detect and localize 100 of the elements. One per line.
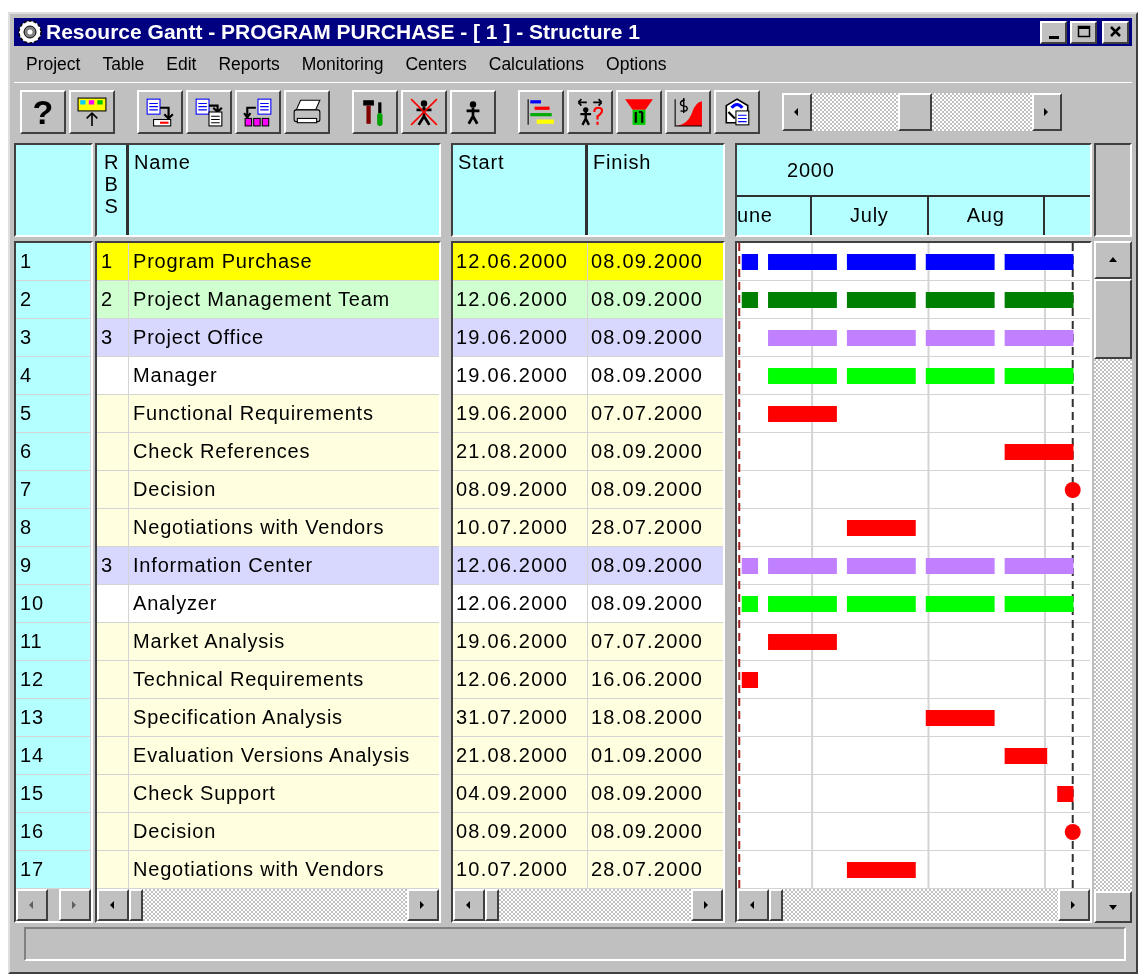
scrollbar-thumb[interactable]: [1094, 279, 1132, 359]
toolbar-button[interactable]: [186, 90, 232, 134]
table-row[interactable]: 10.07.2000 28.07.2000: [453, 509, 723, 547]
table-row[interactable]: 08.09.2000 08.09.2000: [453, 471, 723, 509]
scrollbar-thumb[interactable]: [485, 889, 499, 921]
scrollbar-thumb[interactable]: [898, 93, 932, 131]
column-header[interactable]: Name: [129, 145, 439, 235]
menu-item[interactable]: Reports: [208, 53, 292, 75]
toolbar-button[interactable]: [714, 90, 760, 134]
table-row[interactable]: Manager: [97, 357, 439, 395]
table-row[interactable]: 3 Information Center: [97, 547, 439, 585]
toolbar-button[interactable]: [352, 90, 398, 134]
gantt-bar[interactable]: [741, 672, 759, 688]
toolbar-button[interactable]: [235, 90, 281, 134]
close-icon: [1108, 25, 1123, 39]
row-number: 1: [16, 243, 91, 280]
scroll-right-button[interactable]: [1058, 889, 1090, 921]
table-row[interactable]: 21.08.2000 08.09.2000: [453, 433, 723, 471]
scroll-left-button[interactable]: [97, 889, 129, 921]
table-cell: 1: [97, 243, 129, 280]
toolbar-button[interactable]: [69, 90, 115, 134]
gantt-bar[interactable]: [741, 292, 1074, 308]
toolbar-button[interactable]: [665, 90, 711, 134]
table-row[interactable]: 10.07.2000 28.07.2000: [453, 851, 723, 889]
menu-item[interactable]: Centers: [395, 53, 479, 75]
column-header[interactable]: RBS: [97, 145, 129, 235]
scroll-right-button[interactable]: [59, 889, 91, 921]
figure-question-icon: [575, 97, 605, 127]
scroll-right-button[interactable]: [407, 889, 439, 921]
table-row[interactable]: Evaluation Versions Analysis: [97, 737, 439, 775]
table-row[interactable]: 19.06.2000 07.07.2000: [453, 395, 723, 433]
toolbar-button[interactable]: [567, 90, 613, 134]
table-row[interactable]: 08.09.2000 08.09.2000: [453, 813, 723, 851]
scroll-right-button[interactable]: [1032, 93, 1062, 131]
toolbar-button[interactable]: ?: [20, 90, 66, 134]
table-row[interactable]: Functional Requirements: [97, 395, 439, 433]
menu-item[interactable]: Monitoring: [291, 53, 396, 75]
milestone-marker[interactable]: [1064, 482, 1081, 498]
table-row[interactable]: 19.06.2000 07.07.2000: [453, 623, 723, 661]
milestone-marker[interactable]: [1064, 824, 1081, 840]
table-cell-text: 08.09.2000: [590, 781, 705, 806]
table-row[interactable]: Negotiations with Vendors: [97, 851, 439, 889]
horizontal-scrollbar[interactable]: [16, 889, 91, 921]
horizontal-scrollbar[interactable]: [737, 889, 1090, 921]
toolbar-button[interactable]: [616, 90, 662, 134]
menu-item[interactable]: Project: [16, 53, 93, 75]
table-row[interactable]: 19.06.2000 08.09.2000: [453, 319, 723, 357]
toolbar-button[interactable]: [401, 90, 447, 134]
column-header[interactable]: Start: [453, 145, 588, 235]
table-row[interactable]: 1 Program Purchase: [97, 243, 439, 281]
table-row[interactable]: 12.06.2000 08.09.2000: [453, 547, 723, 585]
menu-item[interactable]: Edit: [156, 53, 209, 75]
scroll-down-button[interactable]: [1094, 891, 1132, 923]
table-row[interactable]: 12.06.2000 16.06.2000: [453, 661, 723, 699]
toolbar-button[interactable]: [137, 90, 183, 134]
table-row[interactable]: Analyzer: [97, 585, 439, 623]
horizontal-scrollbar[interactable]: [453, 889, 723, 921]
table-row[interactable]: Specification Analysis: [97, 699, 439, 737]
scrollbar-track[interactable]: [48, 889, 59, 921]
table-row[interactable]: Market Analysis: [97, 623, 439, 661]
vertical-scrollbar[interactable]: [1094, 241, 1132, 923]
maximize-button[interactable]: [1070, 20, 1097, 44]
table-row[interactable]: 3 Project Office: [97, 319, 439, 357]
table-row[interactable]: 12.06.2000 08.09.2000: [453, 243, 723, 281]
table-cell: 12.06.2000: [453, 547, 588, 584]
scroll-up-button[interactable]: [1094, 241, 1132, 279]
scroll-right-button[interactable]: [691, 889, 723, 921]
scrollbar-thumb[interactable]: [129, 889, 143, 921]
scroll-left-button[interactable]: [453, 889, 485, 921]
table-row[interactable]: Negotiations with Vendors: [97, 509, 439, 547]
table-row[interactable]: 19.06.2000 08.09.2000: [453, 357, 723, 395]
table-row[interactable]: Decision: [97, 813, 439, 851]
table-row[interactable]: Check Support: [97, 775, 439, 813]
table-cell-text: 08.09.2000: [590, 439, 705, 464]
table-row[interactable]: Technical Requirements: [97, 661, 439, 699]
table-row[interactable]: 04.09.2000 08.09.2000: [453, 775, 723, 813]
row-number: 6: [16, 433, 91, 470]
toolbar-button[interactable]: [284, 90, 330, 134]
minimize-button[interactable]: [1040, 20, 1067, 44]
horizontal-scrollbar[interactable]: [97, 889, 439, 921]
horizontal-scrollbar[interactable]: [782, 93, 1062, 131]
menu-item[interactable]: Table: [92, 53, 157, 75]
scrollbar-thumb[interactable]: [769, 889, 783, 921]
column-header[interactable]: Finish: [588, 145, 723, 235]
table-row[interactable]: 2 Project Management Team: [97, 281, 439, 319]
menu-item[interactable]: Calculations: [478, 53, 597, 75]
menu-item[interactable]: Options: [596, 53, 679, 75]
toolbar-button[interactable]: [450, 90, 496, 134]
scroll-left-button[interactable]: [737, 889, 769, 921]
table-row[interactable]: 21.08.2000 01.09.2000: [453, 737, 723, 775]
table-row[interactable]: Decision: [97, 471, 439, 509]
table-row[interactable]: 31.07.2000 18.08.2000: [453, 699, 723, 737]
table-row[interactable]: 12.06.2000 08.09.2000: [453, 281, 723, 319]
gantt-bar[interactable]: [741, 254, 1074, 270]
table-row[interactable]: Check References: [97, 433, 439, 471]
close-button[interactable]: [1102, 20, 1129, 44]
toolbar-button[interactable]: [518, 90, 564, 134]
table-row[interactable]: 12.06.2000 08.09.2000: [453, 585, 723, 623]
scroll-left-button[interactable]: [16, 889, 48, 921]
scroll-left-button[interactable]: [782, 93, 812, 131]
